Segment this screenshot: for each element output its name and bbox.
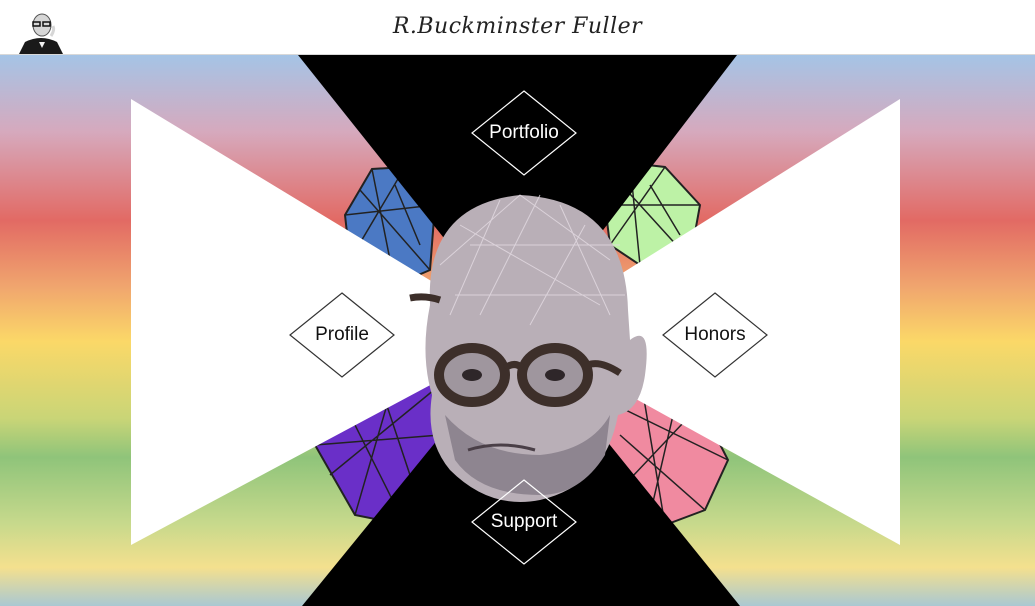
nav-support-link[interactable]: Support (471, 479, 577, 565)
top-header: R.Buckminster Fuller (0, 0, 1035, 55)
site-title[interactable]: R.Buckminster Fuller (0, 14, 1035, 39)
nav-portfolio-label: Portfolio (489, 122, 559, 143)
hero-stage: Portfolio Support Profile Honors (0, 55, 1035, 606)
nav-support-label: Support (490, 511, 558, 532)
nav-portfolio-link[interactable]: Portfolio (471, 90, 577, 176)
nav-honors-link[interactable]: Honors (662, 292, 768, 378)
nav-honors-label: Honors (684, 324, 746, 345)
nav-profile-label: Profile (315, 324, 369, 345)
nav-profile-link[interactable]: Profile (289, 292, 395, 378)
